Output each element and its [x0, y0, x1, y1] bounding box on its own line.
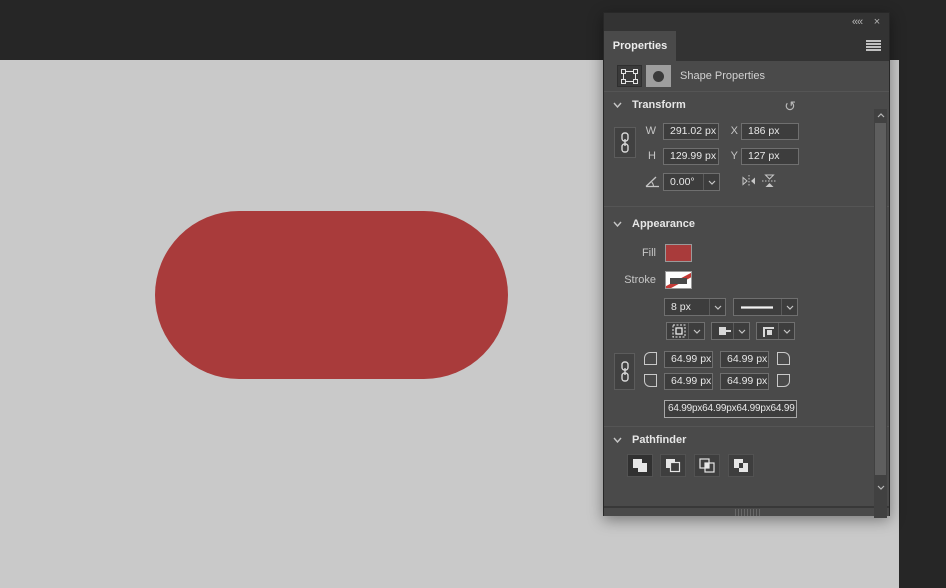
combine-shapes-button[interactable] [627, 454, 653, 477]
angle-combo[interactable]: 0.00° [663, 173, 720, 191]
pathfinder-section-title: Pathfinder [632, 434, 686, 446]
panel-scrollbar[interactable] [874, 109, 887, 518]
width-field[interactable]: 291.02 px [663, 123, 719, 140]
corner-bottom-right-icon [777, 374, 790, 387]
shape-properties-tool-button[interactable] [617, 65, 642, 87]
masks-tool-button[interactable] [646, 65, 671, 87]
chevron-down-icon[interactable] [781, 299, 797, 315]
pathfinder-section-header[interactable]: Pathfinder [604, 434, 889, 450]
stroke-label: Stroke [604, 274, 656, 286]
stroke-width-value: 8 px [665, 299, 709, 315]
close-panel-icon[interactable]: × [869, 14, 885, 30]
link-corner-radii-button[interactable] [614, 353, 635, 390]
stroke-swatch[interactable] [665, 271, 692, 289]
divider [604, 426, 889, 427]
chevron-down-icon[interactable] [709, 299, 725, 315]
appearance-section-title: Appearance [632, 218, 695, 230]
intersect-shape-areas-button[interactable] [694, 454, 720, 477]
scrollbar-thumb[interactable] [875, 123, 886, 475]
fill-label: Fill [604, 247, 656, 259]
panel-tabbar: Properties [604, 31, 889, 61]
photoshop-window: «« × Properties [0, 0, 946, 588]
panel-content: Shape Properties Transform ↺ [604, 61, 889, 516]
collapse-to-icons-button[interactable]: «« [849, 14, 865, 30]
y-label: Y [726, 150, 738, 162]
chevron-down-icon[interactable] [703, 174, 719, 190]
chevron-down-icon[interactable] [613, 437, 622, 443]
chain-link-icon [620, 132, 630, 153]
reset-transform-icon[interactable]: ↺ [784, 100, 796, 114]
height-label: H [642, 150, 656, 162]
scroll-up-icon[interactable] [874, 109, 887, 122]
properties-panel: «« × Properties [603, 12, 890, 516]
stroke-cap-icon [712, 323, 733, 339]
transform-section-header[interactable]: Transform ↺ [604, 99, 889, 115]
chevron-down-icon[interactable] [613, 102, 622, 108]
chevron-down-icon[interactable] [613, 221, 622, 227]
divider [604, 206, 889, 207]
panel-titlebar: «« × [604, 13, 889, 31]
link-wh-button[interactable] [614, 127, 636, 158]
mask-icon [653, 71, 664, 82]
x-label: X [726, 125, 738, 137]
panel-resize-gripper[interactable] [735, 509, 761, 516]
fill-swatch[interactable] [665, 244, 692, 262]
subtract-front-shape-icon [665, 458, 681, 473]
stroke-preview-bar [670, 278, 687, 284]
tab-properties[interactable]: Properties [604, 31, 676, 61]
combine-shapes-icon [632, 458, 648, 473]
appearance-section-header[interactable]: Appearance [604, 218, 889, 234]
chevron-down-icon[interactable] [688, 323, 704, 339]
intersect-shape-areas-icon [699, 458, 715, 473]
corner-bottom-left-icon [644, 374, 657, 387]
panel-bottom-divider [604, 506, 889, 508]
subtract-front-shape-button[interactable] [660, 454, 686, 477]
angle-value: 0.00° [664, 174, 703, 190]
angle-icon [645, 175, 660, 188]
stroke-align-combo[interactable] [666, 322, 705, 340]
panel-menu-icon[interactable] [866, 40, 881, 52]
stroke-width-combo[interactable]: 8 px [664, 298, 726, 316]
panel-header-title: Shape Properties [680, 70, 765, 82]
radius-top-right-field[interactable]: 64.99 px [720, 351, 769, 368]
y-field[interactable]: 127 px [741, 148, 799, 165]
pathfinder-buttons-row [604, 454, 889, 477]
corner-top-left-icon [644, 352, 657, 365]
stroke-style-combo[interactable] [733, 298, 798, 316]
transform-section-title: Transform [632, 99, 686, 111]
width-label: W [642, 125, 656, 137]
flip-vertical-icon[interactable] [762, 174, 777, 188]
stroke-align-icon [667, 323, 688, 339]
exclude-overlapping-shapes-icon [733, 458, 749, 473]
chevron-down-icon[interactable] [733, 323, 749, 339]
stroke-corner-icon [757, 323, 778, 339]
shape-transform-icon [621, 69, 638, 84]
radius-summary-field[interactable]: 64.99px64.99px64.99px64.99 [664, 400, 797, 418]
corner-top-right-icon [777, 352, 790, 365]
stroke-cap-combo[interactable] [711, 322, 750, 340]
exclude-overlapping-shapes-button[interactable] [728, 454, 754, 477]
radius-top-left-field[interactable]: 64.99 px [664, 351, 713, 368]
divider [604, 91, 889, 92]
height-field[interactable]: 129.99 px [663, 148, 719, 165]
radius-bottom-right-field[interactable]: 64.99 px [720, 373, 769, 390]
x-field[interactable]: 186 px [741, 123, 799, 140]
chain-link-icon [620, 361, 630, 382]
stroke-style-preview [734, 299, 781, 315]
scroll-down-icon[interactable] [874, 481, 887, 494]
canvas-shape-rounded-rectangle[interactable] [155, 211, 508, 379]
radius-bottom-left-field[interactable]: 64.99 px [664, 373, 713, 390]
flip-horizontal-icon[interactable] [742, 175, 756, 187]
chevron-down-icon[interactable] [778, 323, 794, 339]
stroke-corner-combo[interactable] [756, 322, 795, 340]
